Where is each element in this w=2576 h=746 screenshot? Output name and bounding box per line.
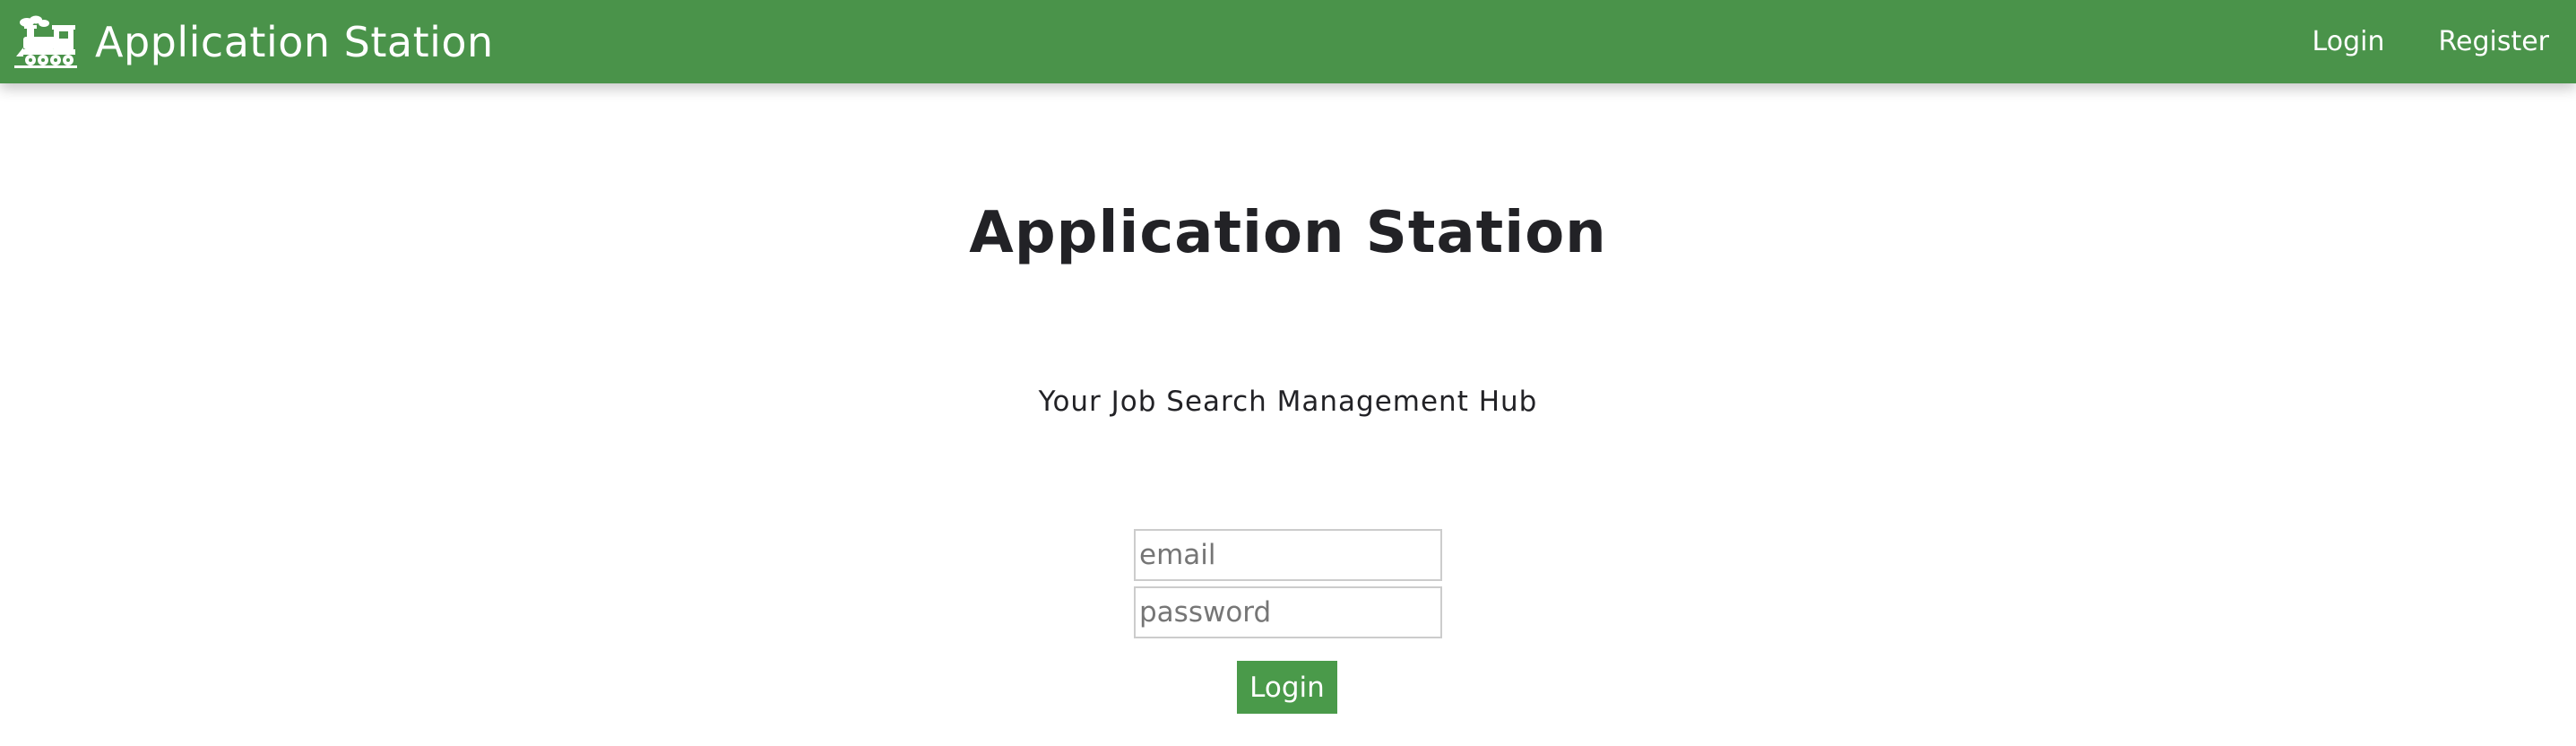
top-navbar: Application Station Login Register [0, 0, 2576, 83]
train-icon [14, 15, 77, 69]
nav-links: Login Register [2286, 0, 2576, 83]
brand-link[interactable]: Application Station [14, 15, 494, 69]
brand-title: Application Station [95, 17, 494, 66]
nav-register-link[interactable]: Register [2411, 0, 2576, 83]
email-field[interactable] [1134, 529, 1442, 581]
nav-login-link[interactable]: Login [2286, 0, 2412, 83]
login-button[interactable]: Login [1237, 661, 1337, 714]
login-form: Login [0, 0, 2576, 746]
password-field[interactable] [1134, 586, 1442, 638]
